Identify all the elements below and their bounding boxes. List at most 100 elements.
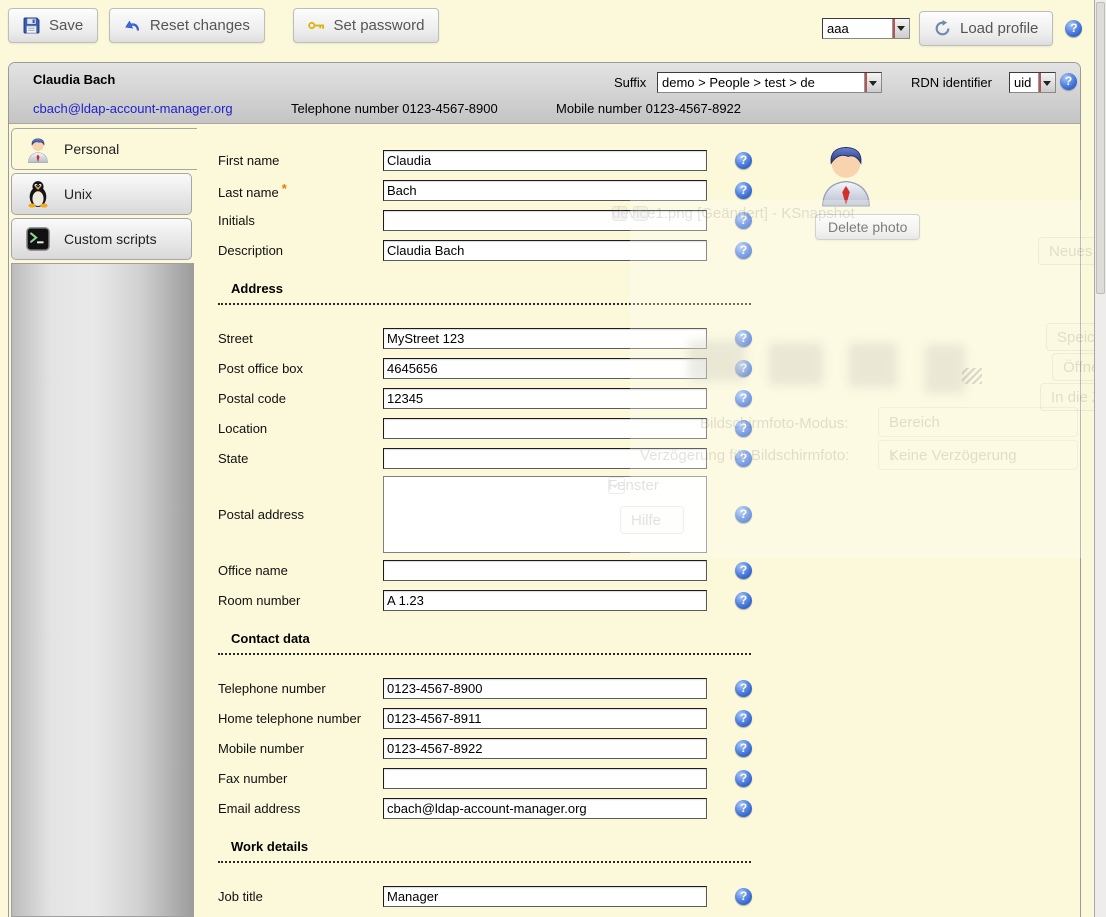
help-icon[interactable]: ? [735,740,752,757]
account-title: Claudia Bach [33,72,115,87]
vertical-scrollbar[interactable] [1094,0,1106,917]
fax-number-input[interactable] [383,768,707,789]
help-icon[interactable]: ? [735,680,752,697]
account-header: Claudia Bach Suffix demo > People > test… [9,63,1080,124]
load-profile-button[interactable]: Load profile [919,11,1053,46]
mobile-number-input[interactable] [383,738,707,759]
field-label-text: Fax number [218,771,287,786]
field-label-text: Street [218,331,253,346]
field-label-text: Telephone number [218,681,326,696]
telephone-number-input[interactable] [383,678,707,699]
tab-custom-scripts[interactable]: Custom scripts [11,218,192,260]
form-row-office-name: Office name? [218,555,1080,585]
last-name-input[interactable] [383,180,707,201]
field-label: Location [218,421,383,436]
section-header-contact-data: Contact data [218,631,751,655]
scrollbar-thumb[interactable] [1096,2,1105,294]
state-input[interactable] [383,448,707,469]
field-label: Mobile number [218,741,383,756]
field-label: Postal address [218,507,383,522]
form-row-post-office-box: Post office box? [218,353,1080,383]
refresh-icon [934,20,951,37]
rdn-identifier-label: RDN identifier [911,75,992,90]
person-icon [25,136,51,163]
postal-code-input[interactable] [383,388,707,409]
field-label: Fax number [218,771,383,786]
help-icon[interactable]: ? [735,242,752,259]
field-label-text: Initials [218,213,255,228]
postal-address-textarea[interactable] [383,476,707,553]
field-label: Initials [218,213,383,228]
save-button[interactable]: Save [8,8,98,43]
dropdown-arrow-icon [1038,73,1055,92]
suffix-select[interactable]: demo > People > test > de [657,72,882,93]
field-label-text: Home telephone number [218,711,361,726]
form-row-first-name: First name? [218,145,1080,175]
field-label-text: Email address [218,801,300,816]
tab-label: Unix [64,186,92,202]
suffix-select-value: demo > People > test > de [658,73,864,92]
help-icon[interactable]: ? [735,770,752,787]
delete-photo-button[interactable]: Delete photo [815,214,920,240]
help-icon[interactable]: ? [735,182,752,199]
top-toolbar: Save Reset changes Set password aaa Load… [8,8,1106,48]
help-icon[interactable]: ? [735,420,752,437]
field-label: Telephone number [218,681,383,696]
field-label-text: First name [218,153,279,168]
form-row-street: Street? [218,323,1080,353]
profile-select-value: aaa [823,19,892,38]
field-label: Post office box [218,361,383,376]
reset-changes-button[interactable]: Reset changes [109,8,265,43]
initials-input[interactable] [383,210,707,231]
form-row-home-telephone-number: Home telephone number? [218,703,1080,733]
dropdown-arrow-icon [892,19,909,38]
help-icon[interactable]: ? [735,592,752,609]
help-icon[interactable]: ? [735,710,752,727]
account-edit-card: Claudia Bach Suffix demo > People > test… [8,62,1081,917]
profile-select[interactable]: aaa [822,18,910,39]
post-office-box-input[interactable] [383,358,707,379]
help-icon[interactable]: ? [735,800,752,817]
description-input[interactable] [383,240,707,261]
location-input[interactable] [383,418,707,439]
rdn-identifier-select[interactable]: uid [1009,72,1056,93]
tab-unix[interactable]: Unix [11,173,192,215]
key-icon [308,17,325,34]
help-icon[interactable]: ? [735,152,752,169]
office-name-input[interactable] [383,560,707,581]
help-icon[interactable]: ? [735,360,752,377]
form-row-job-title: Job title? [218,881,1080,911]
set-password-button[interactable]: Set password [293,8,440,43]
form-row-last-name: Last name*? [218,175,1080,205]
help-icon[interactable]: ? [1065,20,1082,37]
job-title-input[interactable] [383,886,707,907]
field-label: Room number [218,593,383,608]
email-link[interactable]: cbach@ldap-account-manager.org [33,101,233,116]
save-icon [23,17,40,34]
sidebar-panel [11,263,194,917]
help-icon[interactable]: ? [1060,73,1077,90]
room-number-input[interactable] [383,590,707,611]
street-input[interactable] [383,328,707,349]
help-icon[interactable]: ? [735,390,752,407]
dropdown-arrow-icon [864,73,881,92]
help-icon[interactable]: ? [735,888,752,905]
field-label-text: Mobile number [218,741,304,756]
user-photo [819,141,873,207]
section-title: Address [231,281,283,296]
form-row-room-number: Room number? [218,585,1080,615]
help-icon[interactable]: ? [735,562,752,579]
section-header-address: Address [218,281,751,305]
help-icon[interactable]: ? [735,212,752,229]
field-label-text: State [218,451,248,466]
first-name-input[interactable] [383,150,707,171]
form-row-fax-number: Fax number? [218,763,1080,793]
help-icon[interactable]: ? [735,330,752,347]
email-address-input[interactable] [383,798,707,819]
tab-label: Custom scripts [64,231,157,247]
module-tabs: Personal Unix Custom scripts [11,128,197,263]
tab-personal[interactable]: Personal [11,128,197,170]
home-telephone-number-input[interactable] [383,708,707,729]
help-icon[interactable]: ? [735,506,752,523]
help-icon[interactable]: ? [735,450,752,467]
